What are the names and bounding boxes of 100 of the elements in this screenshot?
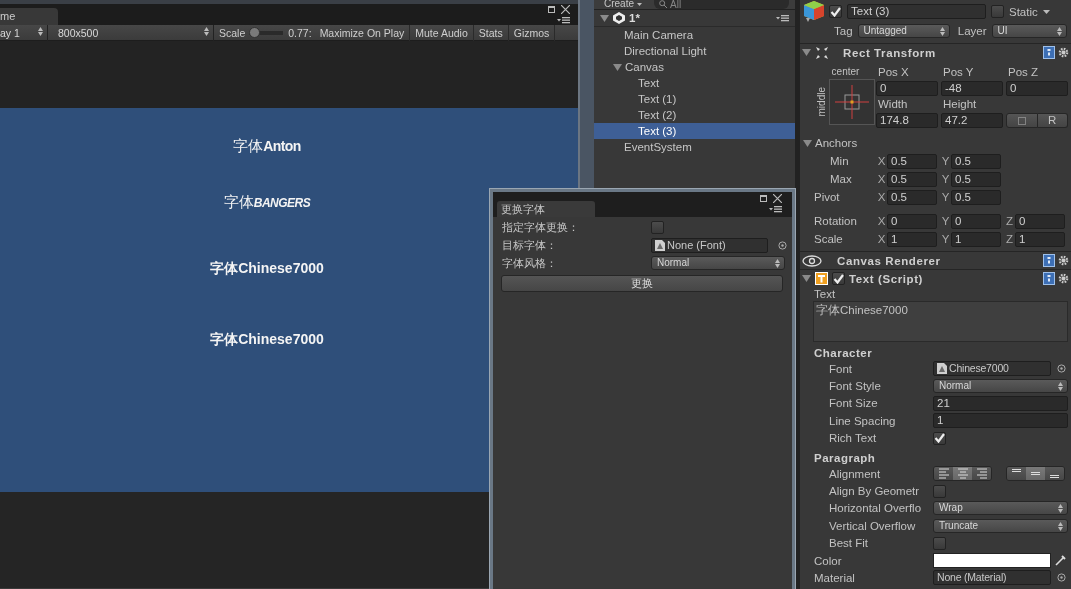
align-button[interactable] — [1007, 467, 1026, 481]
tree-item[interactable]: Main Camera — [594, 27, 795, 43]
tree-item[interactable]: Text (3) — [594, 123, 795, 139]
maximize-icon[interactable] — [760, 195, 767, 202]
active-checkbox[interactable] — [829, 5, 842, 18]
number-field[interactable]: 0 — [1006, 81, 1068, 96]
eyedropper-icon[interactable] — [1055, 555, 1066, 567]
align-lines-icon — [936, 467, 951, 481]
scale-slider[interactable] — [249, 27, 284, 38]
foldout-icon[interactable] — [600, 13, 609, 23]
foldout-icon[interactable] — [802, 274, 811, 283]
foldout-icon[interactable] — [613, 62, 622, 72]
dropdown[interactable]: Truncate — [933, 518, 1068, 533]
tree-item[interactable]: EventSystem — [594, 139, 795, 155]
align-button[interactable] — [1045, 467, 1064, 481]
field-label: Color — [813, 554, 843, 567]
close-icon[interactable] — [773, 194, 782, 203]
number-field[interactable]: 1 — [951, 231, 1001, 247]
object-field[interactable]: None (Material) — [933, 570, 1051, 586]
number-field[interactable]: 47.2 — [941, 113, 1003, 128]
color-swatch[interactable] — [933, 553, 1051, 569]
settings-icon[interactable] — [1058, 47, 1069, 58]
tree-item[interactable]: Text (2) — [594, 107, 795, 123]
toolbar-button[interactable]: Maximize On Play — [314, 24, 411, 41]
slider-thumb[interactable] — [249, 27, 261, 38]
foldout-icon[interactable] — [802, 48, 811, 57]
toolbar-button[interactable]: Mute Audio — [410, 24, 474, 41]
checkbox[interactable] — [933, 431, 946, 445]
toolbar-button[interactable]: Gizmos — [508, 24, 556, 41]
object-field[interactable]: Chinese7000 — [933, 361, 1051, 377]
name-field[interactable]: Text (3) — [847, 4, 986, 19]
tick-icon — [830, 6, 841, 17]
number-field[interactable]: 0.5 — [951, 189, 1001, 205]
field-label: Text — [813, 287, 837, 301]
static-checkbox[interactable] — [991, 5, 1004, 18]
number-field[interactable]: -48 — [941, 81, 1003, 96]
number-field[interactable]: 0 — [887, 213, 937, 229]
blueprint-button[interactable] — [1006, 113, 1038, 128]
number-field[interactable]: 0.5 — [887, 153, 937, 169]
number-field[interactable]: 174.8 — [876, 113, 938, 128]
maximize-icon[interactable] — [548, 6, 555, 13]
tree-item[interactable]: Text (1) — [594, 91, 795, 107]
object-picker-icon[interactable] — [778, 240, 787, 250]
object-picker-icon[interactable] — [1057, 573, 1066, 583]
number-field[interactable]: 0 — [876, 81, 938, 96]
number-field[interactable]: 0.5 — [951, 153, 1001, 169]
number-field[interactable]: 0.5 — [951, 171, 1001, 187]
foldout-icon[interactable] — [803, 138, 812, 148]
resolution-dropdown[interactable]: 800x500 — [54, 24, 214, 41]
checkbox[interactable] — [933, 484, 946, 498]
menu-icon[interactable] — [769, 205, 782, 213]
raw-button[interactable]: R — [1037, 113, 1068, 128]
checkbox[interactable] — [651, 220, 664, 234]
number-field[interactable]: 0 — [1015, 213, 1065, 229]
align-button[interactable] — [934, 467, 953, 481]
tree-item[interactable]: Canvas — [594, 59, 795, 75]
enabled-checkbox[interactable] — [832, 272, 845, 285]
number-field[interactable]: 1 — [887, 231, 937, 247]
caption-text: 字体Anton — [233, 136, 301, 156]
text-area[interactable]: 字体Chinese7000 — [813, 301, 1068, 342]
search-field[interactable]: All — [654, 0, 789, 9]
number-field[interactable]: 1 — [933, 413, 1068, 429]
display-dropdown[interactable]: ay 1 — [0, 24, 48, 41]
field-label: 指定字体更换： — [502, 219, 580, 235]
help-icon[interactable] — [1043, 254, 1055, 267]
align-button[interactable] — [1026, 467, 1045, 481]
tab[interactable]: 更换字体 — [497, 201, 595, 217]
number-field[interactable]: 21 — [933, 395, 1068, 411]
replace-button[interactable]: 更换 — [501, 275, 783, 292]
dropdown[interactable]: Normal — [651, 256, 785, 270]
number-field[interactable]: 0.5 — [887, 171, 937, 187]
toolbar-button[interactable]: Stats — [473, 24, 509, 41]
tab[interactable]: me — [0, 8, 58, 25]
help-icon[interactable] — [1043, 272, 1055, 285]
number-field[interactable]: 0.5 — [887, 189, 937, 205]
tag-dropdown[interactable]: Untagged — [857, 23, 950, 38]
object-picker-icon[interactable] — [1057, 364, 1066, 374]
object-field[interactable]: None (Font) — [651, 237, 768, 253]
cube-icon — [804, 1, 824, 22]
dropdown-arrow-icon[interactable] — [1042, 9, 1050, 14]
tree-item[interactable]: Text — [594, 75, 795, 91]
align-button[interactable] — [972, 467, 991, 481]
dropdown[interactable]: Normal — [933, 379, 1068, 394]
dotted-square-icon — [1017, 116, 1026, 125]
dropdown[interactable]: Wrap — [933, 501, 1068, 516]
menu-icon[interactable] — [557, 16, 570, 24]
menu-icon[interactable] — [776, 14, 789, 22]
layer-dropdown[interactable]: UI — [991, 23, 1067, 38]
number-field[interactable]: 1 — [1015, 231, 1065, 247]
number-field[interactable]: 0 — [951, 213, 1001, 229]
close-icon[interactable] — [561, 5, 570, 14]
checkbox[interactable] — [933, 536, 946, 550]
create-button[interactable]: Create — [600, 0, 646, 9]
settings-icon[interactable] — [1058, 255, 1069, 266]
align-button[interactable] — [953, 467, 972, 481]
field-label: Scale — [813, 233, 844, 245]
tree-item[interactable]: Directional Light — [594, 43, 795, 59]
dropdown-arrow-icon — [1058, 382, 1063, 392]
settings-icon[interactable] — [1058, 273, 1069, 284]
help-icon[interactable] — [1043, 46, 1055, 59]
